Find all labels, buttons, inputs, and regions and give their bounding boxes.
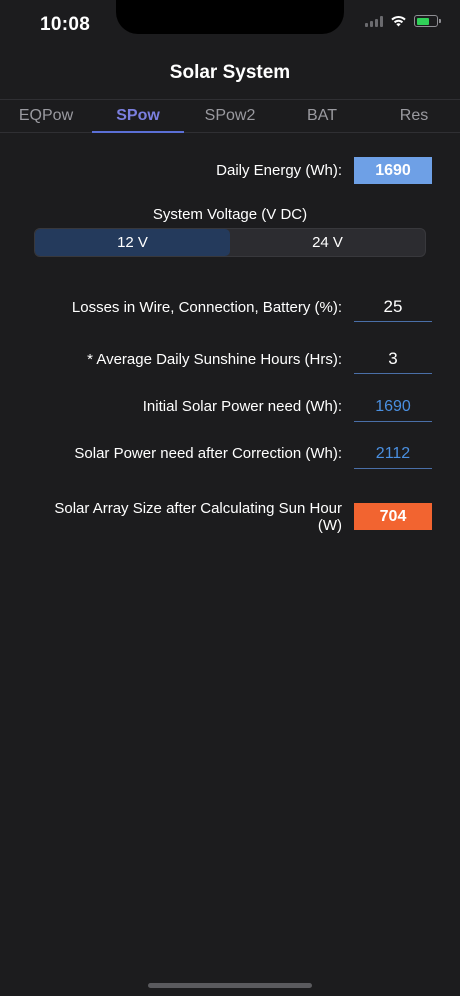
initial-power-value: 1690 [354,392,432,422]
tab-spow2[interactable]: SPow2 [184,100,276,132]
system-voltage-segmented-control: 12 V 24 V [34,228,426,257]
device-notch [116,0,344,34]
losses-input[interactable] [354,292,432,322]
daily-energy-value: 1690 [354,157,432,184]
cellular-signal-icon [365,15,383,27]
voltage-option-24v[interactable]: 24 V [230,229,425,256]
tab-res[interactable]: Res [368,100,460,132]
voltage-option-12v[interactable]: 12 V [35,229,230,256]
wifi-icon [391,15,406,27]
status-time: 10:08 [40,14,91,35]
sunshine-hours-input[interactable] [354,344,432,374]
losses-label: Losses in Wire, Connection, Battery (%): [71,299,342,316]
home-indicator [148,983,312,988]
losses-field-wrap [354,292,432,322]
corrected-power-value: 2112 [354,439,432,469]
tab-bat[interactable]: BAT [276,100,368,132]
sunshine-field-wrap [354,344,432,374]
initial-power-label: Initial Solar Power need (Wh): [142,398,342,415]
sunshine-hours-label: * Average Daily Sunshine Hours (Hrs): [87,351,342,368]
array-size-value: 704 [354,503,432,530]
tab-spow[interactable]: SPow [92,100,184,133]
corrected-power-label: Solar Power need after Correction (Wh): [74,445,342,462]
tab-bar: EQPow SPow SPow2 BAT Res [0,99,460,133]
array-size-label: Solar Array Size after Calculating Sun H… [54,500,342,534]
daily-energy-label: Daily Energy (Wh): [216,162,342,179]
tab-eqpow[interactable]: EQPow [0,100,92,132]
page-title: Solar System [169,62,291,83]
status-icons [365,15,441,27]
system-voltage-label: System Voltage (V DC) [152,206,308,223]
battery-icon [414,15,441,27]
status-bar: 10:08 [0,0,460,50]
